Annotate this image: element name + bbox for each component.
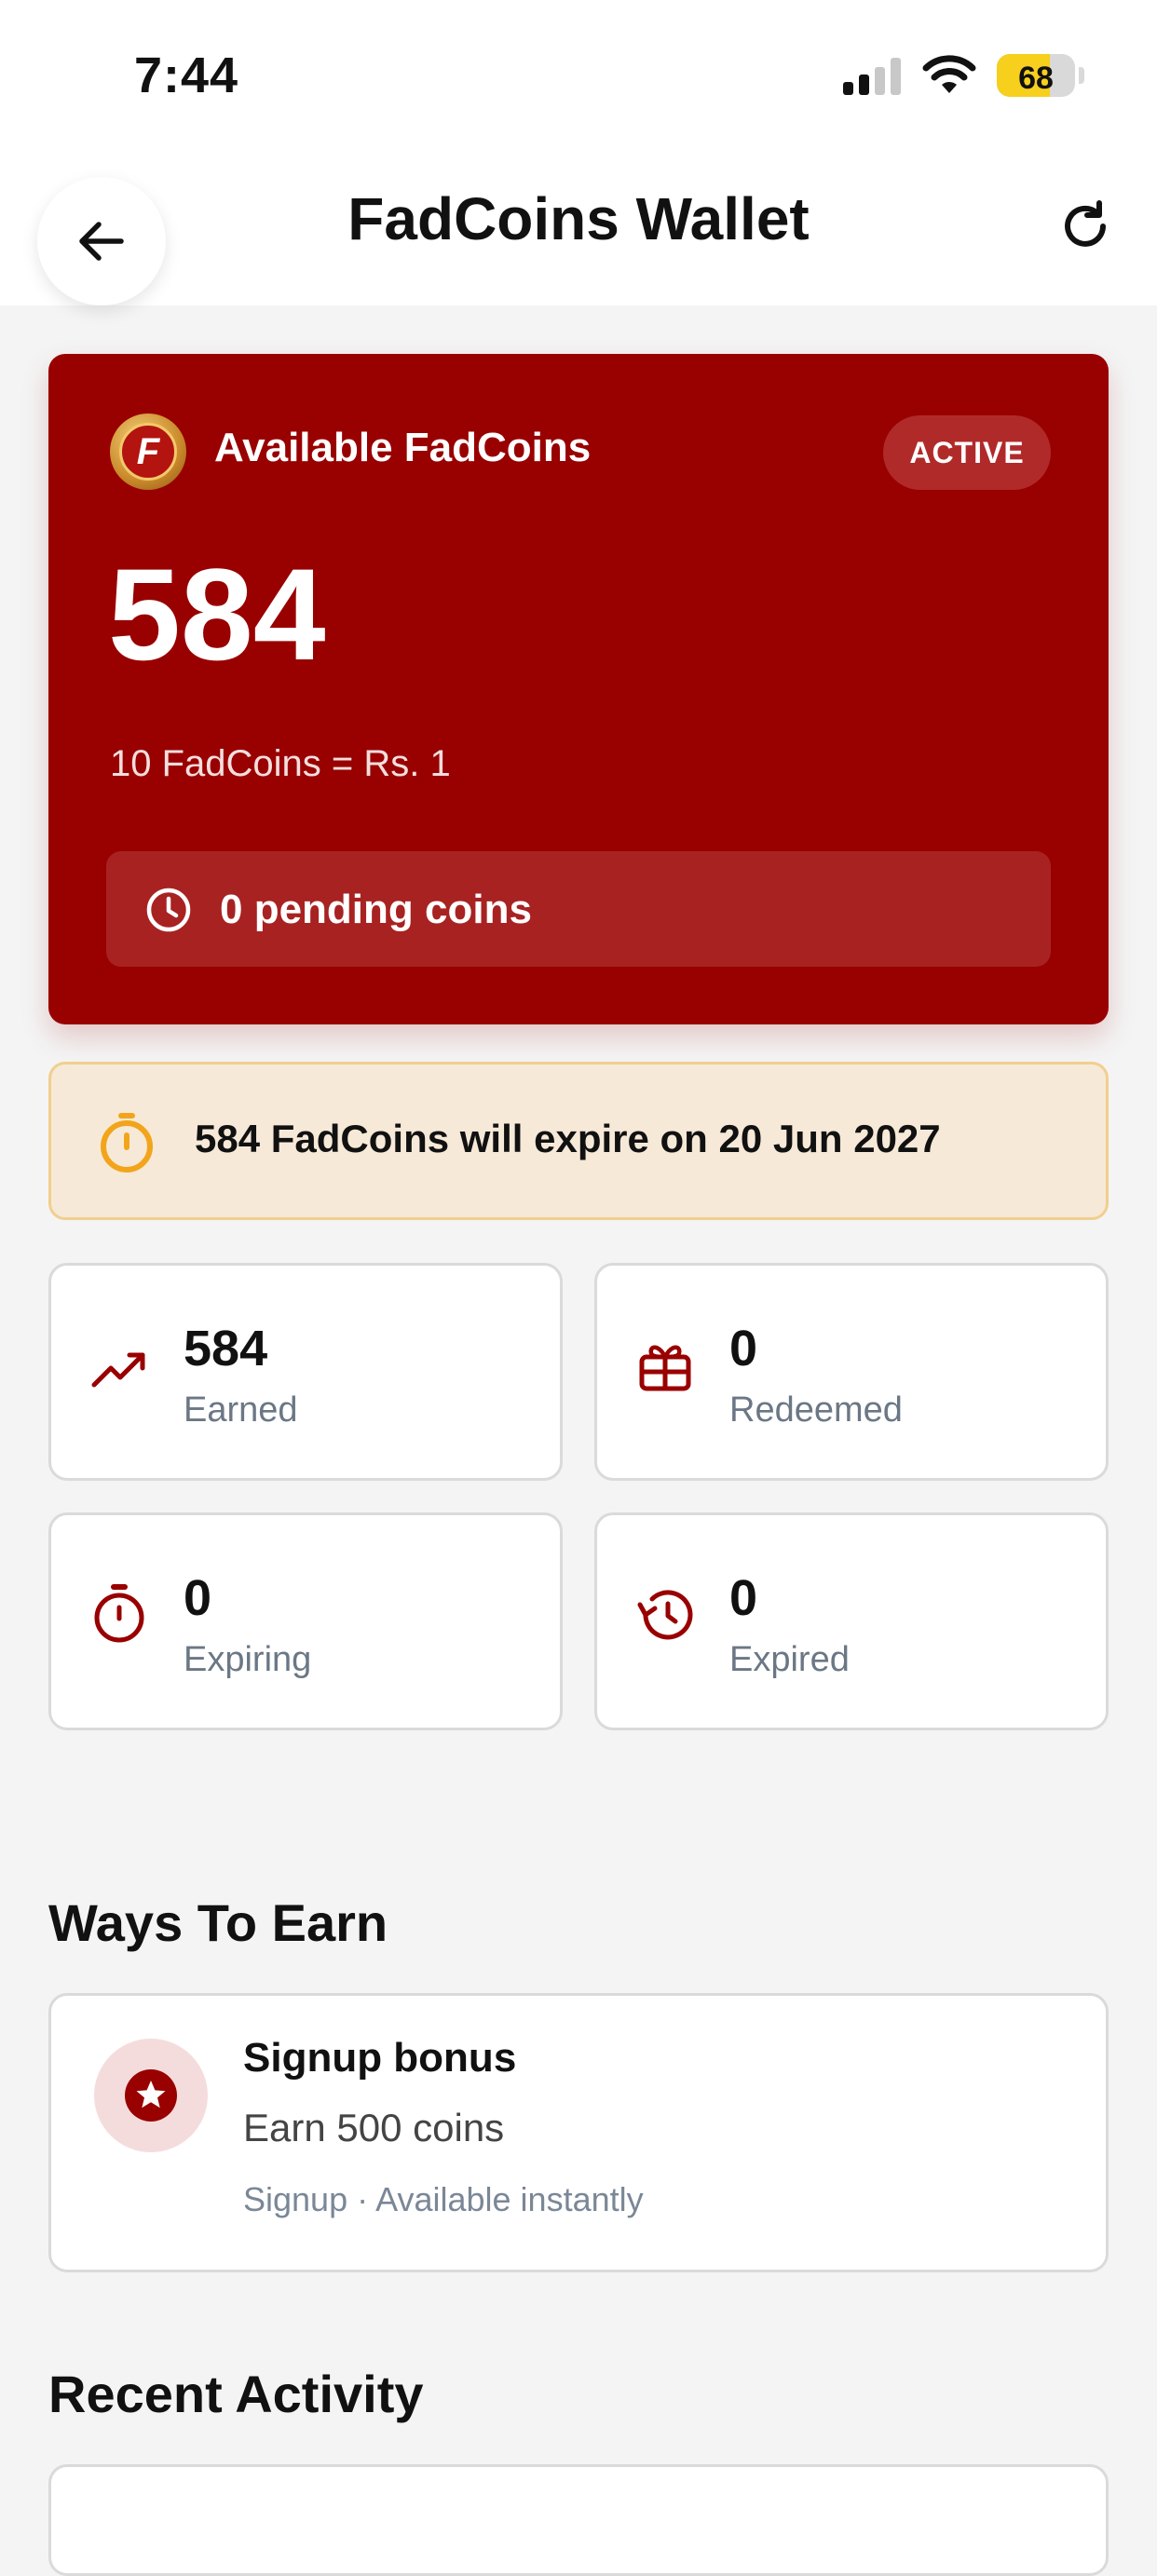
conversion-rate: 10 FadCoins = Rs. 1 <box>110 743 451 784</box>
cellular-signal-icon <box>843 56 903 95</box>
recent-activity-heading: Recent Activity <box>48 2365 424 2423</box>
earn-item-subtitle: Earn 500 coins <box>243 2106 505 2149</box>
stat-value: 584 <box>184 1321 268 1376</box>
pending-coins-box[interactable]: 0 pending coins <box>106 851 1051 967</box>
clock-icon <box>146 888 191 932</box>
stat-value: 0 <box>729 1321 758 1376</box>
gift-icon <box>639 1345 691 1391</box>
page-title: FadCoins Wallet <box>347 185 810 252</box>
stat-label: Expired <box>729 1640 850 1679</box>
battery-indicator: 68 <box>997 54 1075 97</box>
recent-activity-card <box>48 2464 1109 2576</box>
balance-label: Available FadCoins <box>214 425 592 470</box>
stopwatch-icon <box>101 1113 153 1173</box>
earn-item-title: Signup bonus <box>243 2035 517 2081</box>
history-icon <box>637 1590 693 1640</box>
stat-value: 0 <box>184 1570 212 1626</box>
wifi-icon <box>922 55 976 93</box>
stopwatch-icon <box>94 1584 144 1643</box>
battery-tip <box>1079 67 1084 84</box>
status-badge: ACTIVE <box>883 415 1051 490</box>
fadcoin-logo-icon: F <box>110 414 186 490</box>
battery-percent: 68 <box>1018 61 1054 96</box>
status-bar: 7:44 68 <box>0 0 1157 149</box>
star-badge-icon <box>125 2069 177 2122</box>
stat-value: 0 <box>729 1570 758 1626</box>
balance-amount: 584 <box>108 541 326 687</box>
app-header: FadCoins Wallet <box>0 149 1157 305</box>
ways-to-earn-heading: Ways To Earn <box>48 1893 388 1952</box>
pending-coins-text: 0 pending coins <box>220 887 532 932</box>
trending-up-icon <box>91 1352 145 1388</box>
status-time: 7:44 <box>134 47 239 103</box>
earn-item-meta: Signup · Available instantly <box>243 2180 644 2218</box>
expiry-text: 584 FadCoins will expire on 20 Jun 2027 <box>195 1117 941 1160</box>
expiry-notice: 584 FadCoins will expire on 20 Jun 2027 <box>48 1062 1109 1220</box>
stat-card-earned[interactable]: 584 Earned <box>48 1263 563 1481</box>
earn-icon-wrap <box>94 2039 208 2152</box>
stat-card-expiring[interactable]: 0 Expiring <box>48 1512 563 1730</box>
stat-card-expired[interactable]: 0 Expired <box>594 1512 1109 1730</box>
refresh-icon <box>1065 200 1106 247</box>
stat-label: Redeemed <box>729 1390 903 1430</box>
balance-card: F Available FadCoins ACTIVE 584 10 FadCo… <box>48 354 1109 1024</box>
earn-item-signup-bonus[interactable]: Signup bonus Earn 500 coins Signup · Ava… <box>48 1993 1109 2272</box>
stat-label: Earned <box>184 1390 298 1430</box>
refresh-button[interactable] <box>1055 196 1116 257</box>
stat-label: Expiring <box>184 1640 312 1679</box>
stat-card-redeemed[interactable]: 0 Redeemed <box>594 1263 1109 1481</box>
